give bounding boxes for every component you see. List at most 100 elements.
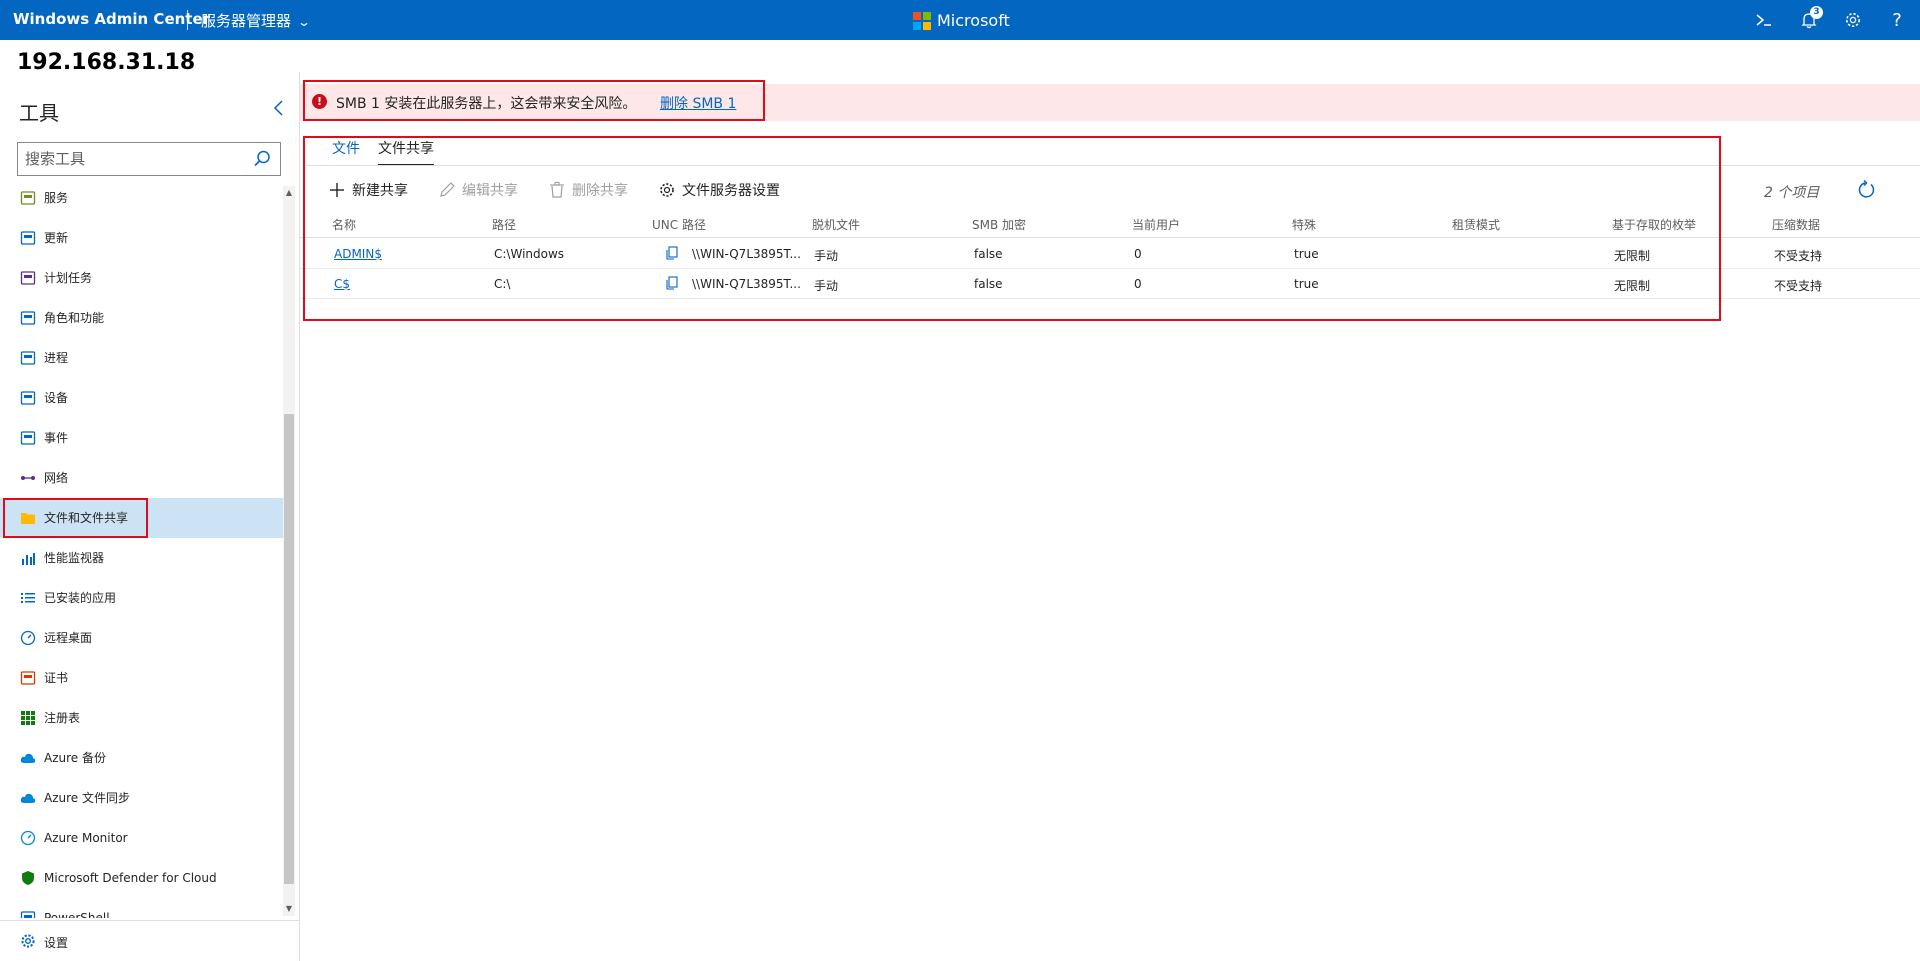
- context-switcher[interactable]: 服务器管理器 ⌄: [201, 10, 311, 31]
- sidebar-item[interactable]: Azure 备份: [0, 738, 283, 778]
- sidebar-item[interactable]: 文件和文件共享: [0, 498, 283, 538]
- col-smb-encryption-cell: false: [974, 247, 1003, 261]
- scroll-thumb[interactable]: [284, 414, 294, 884]
- sidebar-item[interactable]: 计划任务: [0, 258, 283, 298]
- sidebar-item-label: 计划任务: [44, 271, 93, 285]
- new-share-button[interactable]: 新建共享: [328, 180, 408, 200]
- copy-icon[interactable]: [665, 276, 679, 290]
- col-unc-path-cell: \\WIN-Q7L3895T...: [692, 277, 801, 291]
- sidebar-item-label: 已安装的应用: [44, 591, 117, 605]
- col-name-cell[interactable]: ADMIN$: [334, 247, 382, 261]
- error-icon: !: [312, 94, 327, 109]
- trash-icon: [550, 181, 564, 198]
- app-title[interactable]: Windows Admin Center: [13, 10, 210, 28]
- col-current-users-cell: 0: [1134, 277, 1142, 291]
- settings-button[interactable]: [1841, 8, 1865, 32]
- col-smb-encryption-header[interactable]: SMB 加密: [972, 216, 1026, 233]
- sidebar-item[interactable]: 网络: [0, 458, 283, 498]
- roles-features-icon: [20, 311, 36, 325]
- sidebar-item-label: 设备: [44, 391, 69, 405]
- panel-divider: [299, 72, 300, 961]
- sidebar-item-settings[interactable]: 设置: [0, 920, 299, 961]
- sidebar-item-label: 服务: [44, 191, 69, 205]
- pencil-icon: [440, 182, 455, 197]
- sidebar-item-label: Azure 文件同步: [44, 791, 130, 805]
- scroll-down-arrow-icon[interactable]: ▼: [283, 902, 295, 916]
- sidebar-item-label: 远程桌面: [44, 631, 93, 645]
- edit-share-label: 编辑共享: [462, 183, 518, 199]
- top-bar: Windows Admin Center 服务器管理器 ⌄ Microsoft 3…: [0, 0, 1920, 40]
- gear-icon: [660, 183, 674, 197]
- sidebar-item[interactable]: Azure Monitor: [0, 818, 283, 858]
- edit-share-button[interactable]: 编辑共享: [438, 180, 518, 200]
- remove-smb1-link[interactable]: 删除 SMB 1: [660, 93, 736, 113]
- collapse-panel-button[interactable]: [268, 96, 288, 120]
- performance-monitor-icon: [22, 553, 35, 565]
- context-label: 服务器管理器: [201, 12, 292, 30]
- col-name-cell[interactable]: C$: [334, 277, 350, 291]
- sidebar-item[interactable]: 远程桌面: [0, 618, 283, 658]
- sidebar-item[interactable]: Microsoft Defender for Cloud: [0, 858, 283, 898]
- table-row[interactable]: C$ C:\ \\WIN-Q7L3895T... 手动 false 0 true 无限制 不受支…: [300, 269, 1920, 299]
- refresh-icon[interactable]: [1856, 180, 1876, 200]
- sidebar-item[interactable]: 证书: [0, 658, 283, 698]
- delete-share-label: 删除共享: [572, 183, 628, 199]
- search-input[interactable]: [18, 143, 238, 175]
- sidebar-item-label: 更新: [44, 231, 69, 245]
- microsoft-brand: Microsoft: [913, 11, 1010, 30]
- sidebar-item[interactable]: PowerShell: [0, 898, 283, 918]
- col-special-cell: true: [1294, 277, 1319, 291]
- sidebar-item[interactable]: 性能监视器: [0, 538, 283, 578]
- tools-title: 工具: [19, 101, 59, 125]
- folder-icon: [21, 513, 35, 524]
- col-unc-path-header[interactable]: UNC 路径: [652, 216, 706, 233]
- powershell-console-button[interactable]: [1752, 8, 1776, 32]
- table-row[interactable]: ADMIN$ C:\Windows \\WIN-Q7L3895T... 手动 false…: [300, 239, 1920, 269]
- col-offline-files-cell: 手动: [814, 279, 839, 293]
- help-button[interactable]: ?: [1885, 8, 1909, 32]
- col-name-header[interactable]: 名称: [332, 216, 356, 233]
- tool-list-scrollbar[interactable]: ▲ ▼: [283, 186, 295, 916]
- sidebar-item[interactable]: 服务: [0, 178, 283, 218]
- item-count: 2 个项目: [1764, 185, 1820, 201]
- events-icon: [20, 431, 36, 445]
- sidebar-item[interactable]: 注册表: [0, 698, 283, 738]
- notifications-button[interactable]: 3: [1797, 6, 1823, 32]
- tab-files[interactable]: 文件: [332, 138, 360, 164]
- sidebar-item-label: Azure 备份: [44, 751, 106, 765]
- scheduled-tasks-icon: [20, 271, 36, 285]
- network-icon: [21, 476, 35, 480]
- col-lease-mode-header[interactable]: 租赁模式: [1452, 216, 1500, 233]
- col-offline-files-cell: 手动: [814, 249, 839, 263]
- col-abe-cell: 无限制: [1614, 279, 1651, 293]
- file-server-settings-button[interactable]: 文件服务器设置: [658, 180, 780, 200]
- sidebar-item[interactable]: 进程: [0, 338, 283, 378]
- sidebar-item[interactable]: 事件: [0, 418, 283, 458]
- col-path-header[interactable]: 路径: [492, 216, 516, 233]
- azure-backup-icon: [20, 753, 36, 763]
- defender-icon: [22, 871, 34, 885]
- terminal-icon: [1756, 14, 1771, 26]
- scroll-up-arrow-icon[interactable]: ▲: [283, 186, 295, 200]
- sidebar-item-label: Azure Monitor: [44, 831, 128, 845]
- sidebar-item-label: 性能监视器: [44, 551, 105, 565]
- services-icon: [20, 191, 36, 205]
- search-icon[interactable]: [252, 149, 272, 169]
- col-unc-path-cell: \\WIN-Q7L3895T...: [692, 247, 801, 261]
- sidebar-item[interactable]: Azure 文件同步: [0, 778, 283, 818]
- col-path-cell: C:\Windows: [494, 247, 565, 261]
- sidebar-item[interactable]: 已安装的应用: [0, 578, 283, 618]
- col-current-users-header[interactable]: 当前用户: [1132, 216, 1180, 233]
- delete-share-button[interactable]: 删除共享: [548, 180, 628, 200]
- copy-icon[interactable]: [665, 246, 679, 260]
- sidebar-item[interactable]: 更新: [0, 218, 283, 258]
- tool-list: 服务更新计划任务角色和功能 进程设备事件 网络 文件和文件共享性能监视器已安装的应用远…: [0, 178, 283, 918]
- col-abe-header[interactable]: 基于存取的枚举: [1612, 216, 1696, 233]
- col-offline-files-header[interactable]: 脱机文件: [812, 216, 860, 233]
- col-compress-data-header[interactable]: 压缩数据: [1772, 216, 1820, 233]
- sidebar-item[interactable]: 设备: [0, 378, 283, 418]
- installed-apps-icon: [21, 593, 35, 603]
- sidebar-item[interactable]: 角色和功能: [0, 298, 283, 338]
- col-special-header[interactable]: 特殊: [1292, 216, 1316, 233]
- tab-file-shares[interactable]: 文件共享: [378, 138, 434, 166]
